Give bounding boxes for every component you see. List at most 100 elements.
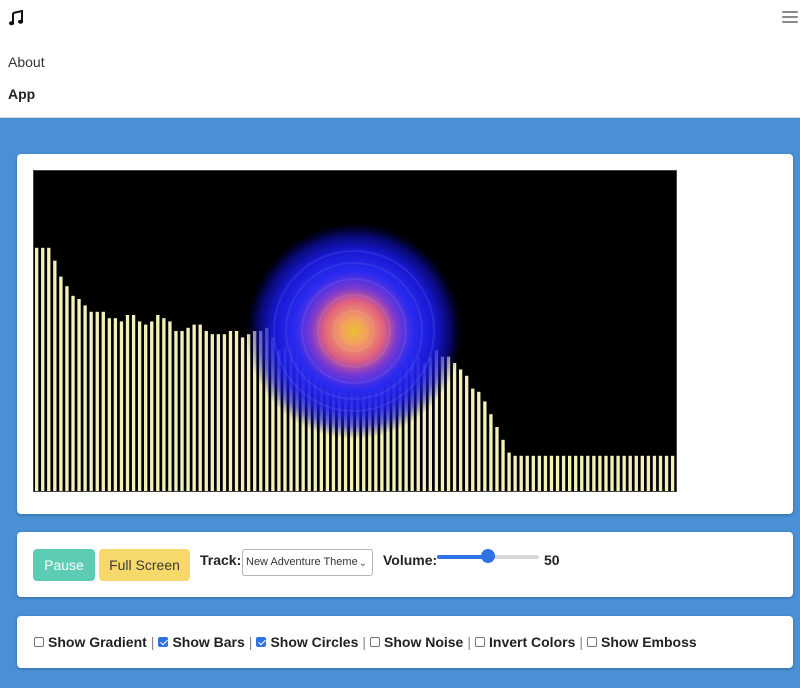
show-gradient-checkbox[interactable] bbox=[34, 637, 44, 647]
visualizer-bar bbox=[228, 331, 233, 491]
visualizer-bar bbox=[567, 455, 572, 491]
visualizer-bar bbox=[77, 299, 81, 491]
visualizer-bar bbox=[525, 455, 529, 491]
option-show-circles[interactable]: Show Circles bbox=[256, 634, 358, 650]
visualizer-bar bbox=[125, 315, 130, 491]
nav-link-about[interactable]: About bbox=[8, 54, 45, 70]
visualizer-bar bbox=[622, 455, 626, 491]
option-invert-colors[interactable]: Invert Colors bbox=[475, 634, 575, 650]
visualizer-bar bbox=[186, 327, 190, 491]
visualizer-svg bbox=[35, 223, 675, 491]
visualizer-bar bbox=[119, 321, 124, 491]
visualizer-bar bbox=[240, 337, 245, 491]
visualizer-bar bbox=[592, 455, 596, 491]
visualizer-bar bbox=[543, 455, 548, 491]
option-label: Show Emboss bbox=[601, 634, 697, 650]
volume-value: 50 bbox=[544, 552, 560, 568]
volume-slider-thumb[interactable] bbox=[481, 549, 495, 563]
visualizer-card bbox=[17, 154, 793, 514]
volume-label: Volume: bbox=[383, 552, 438, 568]
visualizer-bar bbox=[646, 455, 651, 491]
visualizer-bar bbox=[586, 455, 590, 491]
option-label: Show Noise bbox=[384, 634, 464, 650]
visualizer-bar bbox=[598, 455, 602, 491]
visualizer-bar bbox=[168, 321, 172, 491]
top-navbar: About App bbox=[0, 0, 800, 118]
visualizer-bar bbox=[35, 247, 39, 491]
option-label: Show Circles bbox=[270, 634, 359, 650]
volume-slider[interactable] bbox=[437, 549, 539, 563]
option-label: Invert Colors bbox=[489, 634, 576, 650]
visualizer-bar bbox=[658, 455, 663, 491]
visualizer-bar bbox=[465, 375, 469, 491]
option-show-emboss[interactable]: Show Emboss bbox=[587, 634, 697, 650]
visualizer-circle bbox=[246, 223, 462, 439]
visualizer-bar bbox=[501, 439, 505, 491]
separator: | bbox=[362, 634, 366, 650]
visualizer-bar bbox=[89, 311, 93, 491]
visualizer-bar bbox=[555, 455, 560, 491]
show-circles-checkbox[interactable] bbox=[256, 637, 267, 647]
visualizer-bar bbox=[531, 455, 535, 491]
visualizer-bar bbox=[216, 334, 221, 491]
hamburger-menu-icon[interactable] bbox=[782, 11, 798, 25]
visualizer-bar bbox=[670, 455, 675, 491]
visualizer-bar bbox=[53, 260, 57, 491]
visualizer-bar bbox=[483, 401, 487, 491]
nav-link-app[interactable]: App bbox=[8, 86, 35, 102]
option-show-bars[interactable]: Show Bars bbox=[158, 634, 245, 650]
visualizer-bar bbox=[101, 311, 105, 491]
separator: | bbox=[150, 634, 155, 650]
visualizer-bar bbox=[652, 455, 657, 491]
visualizer-bar bbox=[210, 334, 214, 491]
controls-card: Pause Full Screen Track: New Adventure T… bbox=[17, 532, 793, 597]
visualizer-bar bbox=[452, 363, 457, 491]
option-show-gradient[interactable]: Show Gradient bbox=[34, 634, 147, 650]
separator: | bbox=[467, 634, 471, 650]
visualizer-bar bbox=[180, 331, 184, 491]
music-note-icon[interactable] bbox=[8, 10, 24, 26]
visualizer-bar bbox=[95, 311, 99, 491]
visualizer-bar bbox=[610, 455, 614, 491]
show-noise-checkbox[interactable] bbox=[370, 637, 380, 647]
invert-colors-checkbox[interactable] bbox=[475, 637, 485, 647]
visualizer-bar bbox=[59, 276, 63, 491]
visualizer-bar bbox=[222, 334, 227, 491]
pause-button[interactable]: Pause bbox=[33, 549, 95, 581]
visualizer-bar bbox=[519, 455, 523, 491]
visualizer-bar bbox=[537, 455, 542, 491]
visualizer-bar bbox=[137, 321, 142, 491]
option-label: Show Bars bbox=[172, 634, 245, 650]
track-select-value: New Adventure Theme bbox=[246, 556, 358, 568]
show-emboss-checkbox[interactable] bbox=[587, 637, 597, 647]
visualizer-bar bbox=[628, 455, 632, 491]
visualizer-bar bbox=[489, 414, 493, 491]
track-label: Track: bbox=[200, 552, 242, 568]
visualizer-bar bbox=[664, 455, 669, 491]
option-show-noise[interactable]: Show Noise bbox=[370, 634, 463, 650]
options-card: Show Gradient | Show Bars | Show Circles | Sho… bbox=[17, 616, 793, 668]
visualizer-bar bbox=[192, 324, 196, 491]
visualizer-bar bbox=[41, 247, 45, 491]
options-row: Show Gradient | Show Bars | Show Circles | Sho… bbox=[34, 634, 697, 650]
fullscreen-button[interactable]: Full Screen bbox=[99, 549, 190, 581]
visualizer-bar bbox=[174, 331, 178, 491]
visualizer-bar bbox=[131, 315, 136, 491]
visualizer-bar bbox=[156, 315, 160, 491]
visualizer-bar bbox=[71, 295, 75, 491]
visualizer-bar bbox=[634, 455, 638, 491]
visualizer-bar bbox=[162, 318, 166, 491]
visualizer-bar bbox=[65, 286, 69, 491]
visualizer-bar bbox=[549, 455, 554, 491]
visualizer-canvas[interactable] bbox=[33, 170, 677, 492]
track-select[interactable]: New Adventure Theme ⌄ bbox=[242, 549, 373, 576]
visualizer-bar bbox=[113, 318, 118, 491]
visualizer-bar bbox=[234, 331, 239, 491]
visualizer-bar bbox=[604, 455, 608, 491]
show-bars-checkbox[interactable] bbox=[158, 637, 169, 647]
visualizer-bar bbox=[574, 455, 578, 491]
visualizer-bar bbox=[513, 455, 517, 491]
visualizer-bar bbox=[471, 388, 475, 491]
visualizer-bar bbox=[150, 321, 154, 491]
visualizer-bar bbox=[458, 369, 463, 491]
